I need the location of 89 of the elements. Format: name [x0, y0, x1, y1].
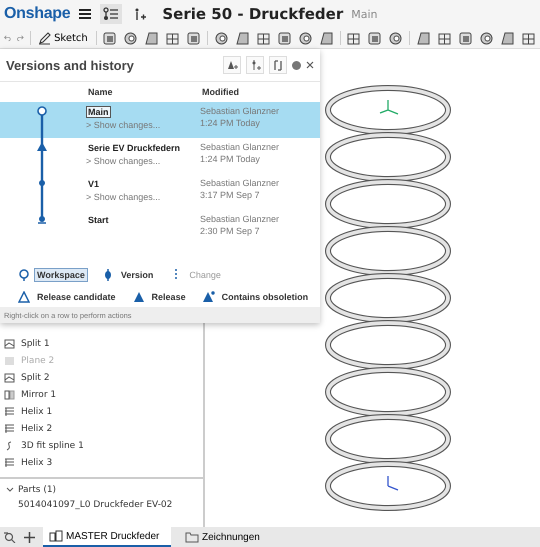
split-icon: [4, 372, 15, 382]
triangle-plus-icon: [226, 60, 238, 70]
pin-plus-icon: [250, 60, 260, 70]
feature-tool-icon[interactable]: [416, 30, 432, 46]
version-row[interactable]: Serie EV Druckfedern > Show changes... Sebastian Glanzner 1:24 PM Today: [0, 138, 320, 174]
show-changes-link[interactable]: > Show changes...: [86, 156, 160, 166]
feature-item[interactable]: Helix 2: [4, 420, 199, 437]
feature-item[interactable]: Helix 1: [4, 403, 199, 420]
compare-icon: [272, 60, 284, 70]
legend-label: Workspace: [34, 268, 88, 282]
feature-tool-icon[interactable]: [318, 30, 334, 46]
feature-tool-icon[interactable]: [276, 30, 292, 46]
version-name: Serie EV Druckfedern: [87, 142, 182, 154]
app-logo[interactable]: Onshape: [4, 5, 70, 23]
folder-icon: [185, 532, 199, 542]
feature-tool-icon[interactable]: [346, 30, 362, 46]
mirror-icon: [4, 390, 15, 400]
feature-tool-icon[interactable]: [165, 30, 180, 46]
sketch-button[interactable]: Sketch: [36, 32, 90, 44]
modified-date: 2:30 PM Sep 7: [200, 226, 261, 236]
close-icon[interactable]: [306, 61, 314, 69]
feature-item[interactable]: Helix 3: [4, 454, 199, 471]
show-changes-link[interactable]: > Show changes...: [86, 192, 160, 202]
version-name: Main: [86, 106, 111, 118]
helix-icon: [4, 406, 15, 416]
column-header: Name: [88, 87, 114, 97]
author-name: Sebastian Glanzner: [200, 106, 280, 116]
legend-label: Release candidate: [36, 291, 117, 304]
create-version-button[interactable]: [246, 56, 264, 74]
document-title: Serie 50 - Druckfeder: [162, 5, 344, 23]
helix-icon: [4, 424, 15, 434]
panel-title: Versions and history: [6, 58, 135, 72]
helix-icon: [4, 458, 15, 468]
feature-tool-icon[interactable]: [458, 30, 474, 46]
plane-icon: [4, 356, 15, 366]
parts-header[interactable]: Parts (1): [6, 485, 197, 495]
author-name: Sebastian Glanzner: [200, 142, 280, 152]
feature-tool-icon[interactable]: [234, 30, 250, 46]
feature-tool-icon[interactable]: [214, 30, 229, 46]
feature-item[interactable]: Split 2: [4, 369, 199, 386]
document-tab[interactable]: MASTER Druckfeder: [43, 527, 171, 547]
pencil-icon: [38, 32, 52, 44]
version-row[interactable]: Start Sebastian Glanzner 2:30 PM Sep 7: [0, 210, 320, 246]
versions-button[interactable]: [100, 4, 122, 24]
branch-label: Main: [351, 8, 378, 20]
create-release-button[interactable]: [223, 56, 241, 74]
undo-icon[interactable]: [4, 33, 11, 43]
feature-tool-icon[interactable]: [437, 30, 452, 46]
feature-tool-icon[interactable]: [186, 30, 202, 46]
feature-tool-icon[interactable]: [298, 30, 313, 46]
part-item[interactable]: 5014041097_L0 Druckfeder EV-02: [6, 500, 197, 510]
pin-plus-icon: [133, 7, 148, 21]
feature-tool-icon[interactable]: [102, 30, 118, 46]
feature-tool-icon[interactable]: [521, 30, 536, 46]
feature-tool-icon[interactable]: [500, 30, 516, 46]
filter-icon[interactable]: [4, 532, 16, 542]
redo-icon[interactable]: [16, 33, 24, 43]
part-studio-icon: [49, 530, 63, 542]
menu-icon[interactable]: [78, 8, 92, 20]
version-name: Start: [87, 214, 110, 226]
release-node-icon: [35, 138, 49, 174]
feature-tool-icon[interactable]: [479, 30, 494, 46]
feature-tool-icon[interactable]: [256, 30, 271, 46]
triangle-icon: [132, 291, 145, 303]
compare-button[interactable]: [269, 56, 287, 74]
feature-tool-icon[interactable]: [123, 30, 138, 46]
feature-item[interactable]: Split 1: [4, 335, 199, 352]
split-icon: [4, 338, 15, 348]
feature-tool-icon[interactable]: [144, 30, 160, 46]
add-icon[interactable]: [24, 532, 35, 542]
author-name: Sebastian Glanzner: [200, 178, 280, 188]
legend-label: Change: [188, 269, 222, 282]
modified-date: 3:17 PM Sep 7: [200, 190, 261, 200]
column-header: Modified: [202, 87, 240, 97]
workspace-icon: [18, 269, 30, 281]
legend-label: Contains obsoletion: [220, 291, 310, 304]
modified-date: 1:24 PM Today: [200, 154, 261, 164]
version-row[interactable]: V1 > Show changes... Sebastian Glanzner 3:17 PM Sep 7: [0, 174, 320, 210]
legend-label: Release: [150, 291, 187, 304]
feature-tool-icon[interactable]: [367, 30, 382, 46]
version-name: V1: [87, 178, 100, 190]
feature-tool-icon[interactable]: [388, 30, 404, 46]
modified-date: 1:24 PM Today: [200, 118, 261, 128]
legend-label: Version: [120, 269, 154, 282]
author-name: Sebastian Glanzner: [200, 214, 280, 224]
feature-item[interactable]: 3D fit spline 1: [4, 437, 199, 454]
version-row[interactable]: Main > Show changes... Sebastian Glanzner 1:24 PM Today: [0, 102, 320, 138]
outline-triangle-icon: [18, 291, 30, 303]
feature-item[interactable]: Mirror 1: [4, 386, 199, 403]
